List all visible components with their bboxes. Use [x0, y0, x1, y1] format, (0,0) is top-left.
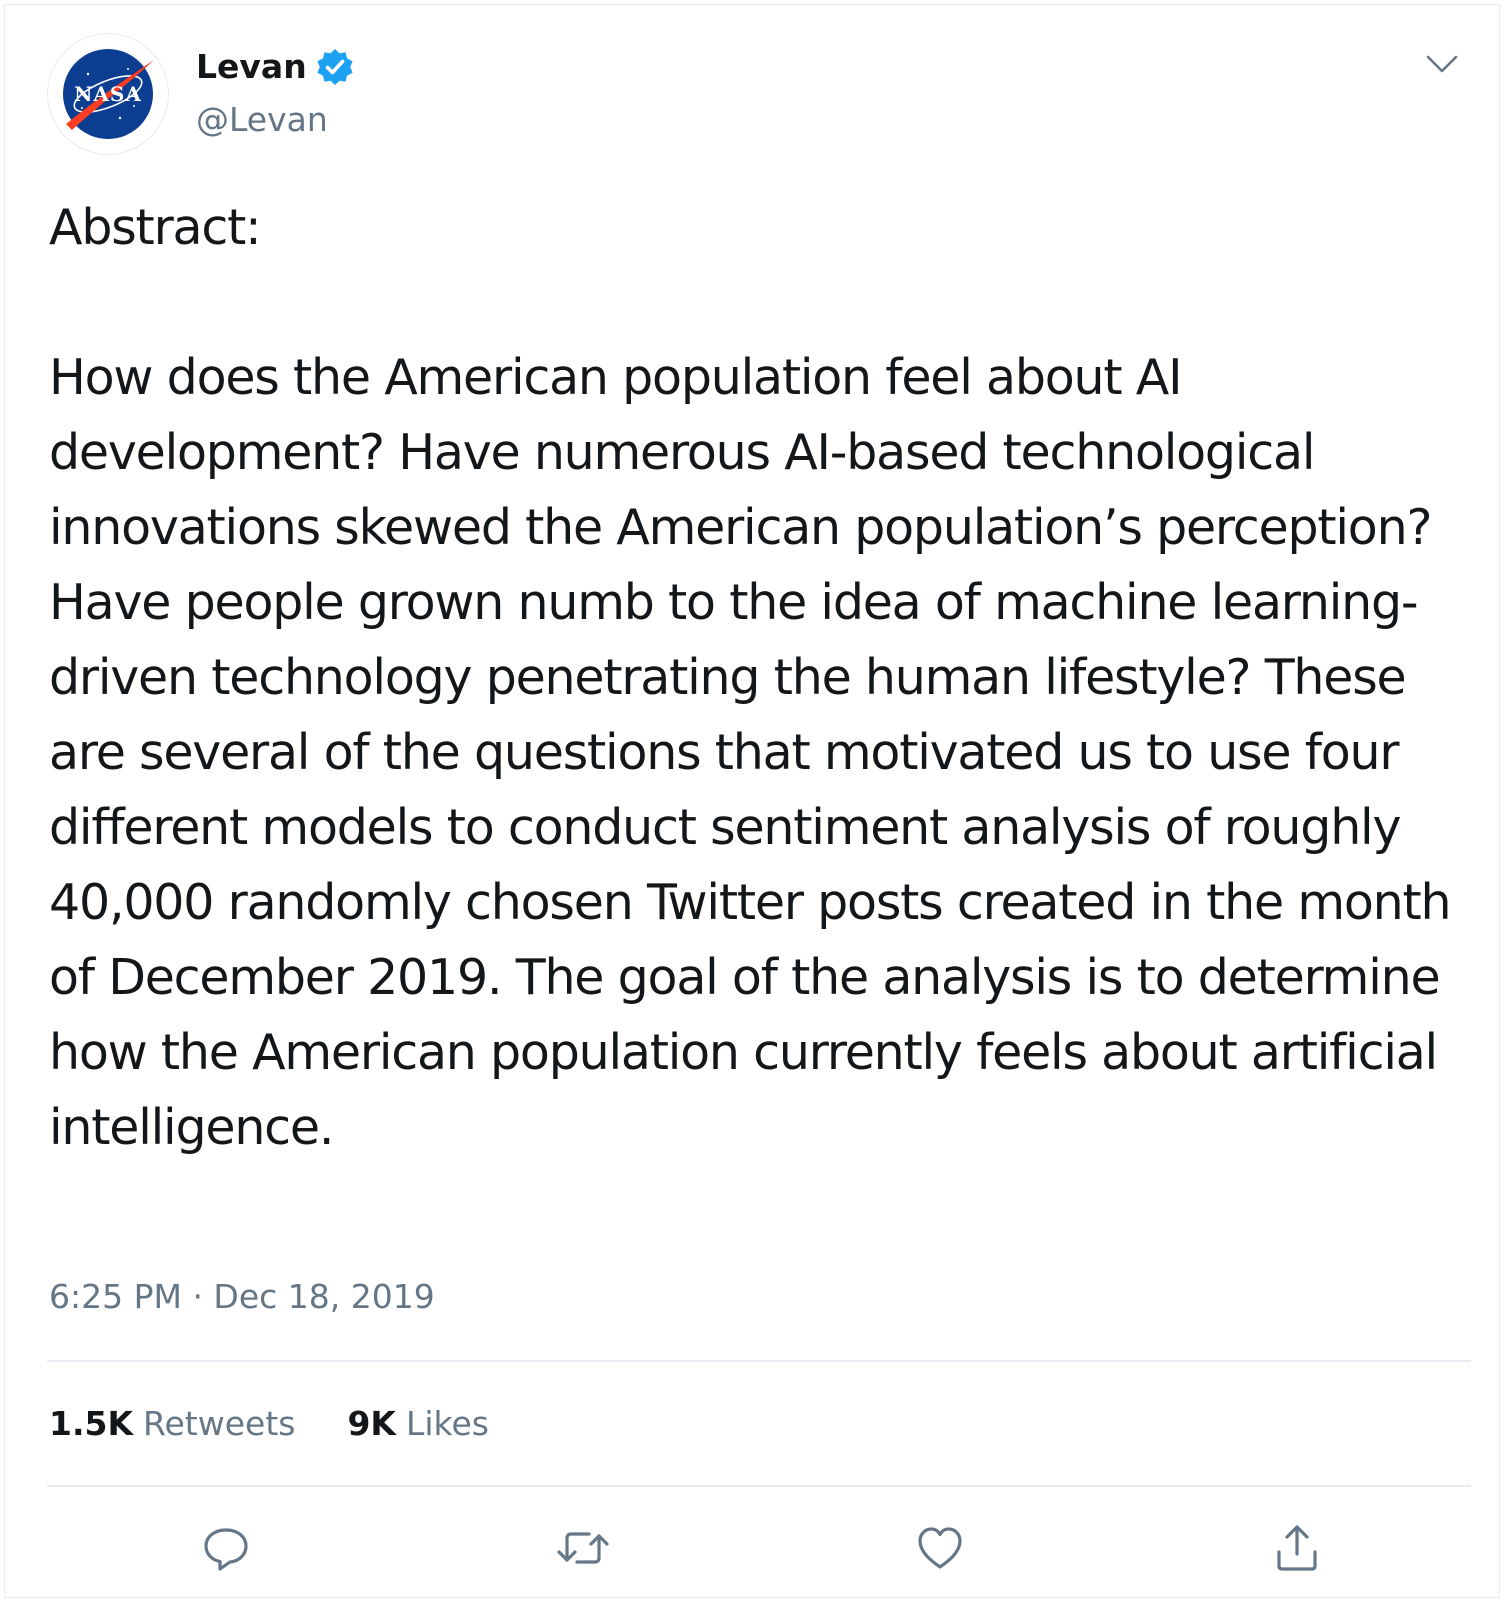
chevron-down-icon[interactable]	[1424, 50, 1460, 78]
nasa-logo-wordmark: NASA	[74, 82, 142, 106]
tweet-timestamp[interactable]: 6:25 PM · Dec 18, 2019	[49, 1276, 435, 1318]
likes-stat[interactable]: 9K Likes	[347, 1403, 489, 1445]
likes-count: 9K	[347, 1404, 396, 1443]
divider	[47, 1360, 1471, 1362]
retweets-label: Retweets	[143, 1404, 296, 1443]
heart-icon	[918, 1527, 962, 1569]
author-name-row[interactable]: Levan	[196, 47, 355, 87]
tweet-body: How does the American population feel ab…	[49, 349, 1452, 1156]
tweet-stats: 1.5K Retweets 9K Likes	[49, 1403, 489, 1445]
verified-badge-icon	[317, 49, 353, 85]
tweet-text: Abstract: How does the American populati…	[49, 190, 1469, 1165]
author-handle[interactable]: @Levan	[196, 100, 328, 140]
retweet-button[interactable]	[553, 1518, 613, 1578]
author-display-name[interactable]: Levan	[196, 47, 307, 87]
share-icon	[1277, 1525, 1317, 1571]
tweet-heading: Abstract:	[49, 199, 262, 256]
avatar[interactable]: NASA	[47, 33, 169, 155]
retweet-icon	[557, 1532, 609, 1564]
nasa-logo-icon: NASA	[63, 49, 154, 139]
likes-label: Likes	[406, 1404, 489, 1443]
retweets-stat[interactable]: 1.5K Retweets	[49, 1403, 295, 1445]
share-button[interactable]	[1267, 1518, 1327, 1578]
tweet-card: NASA Levan @Levan Abstract: How does the…	[4, 4, 1500, 1598]
like-button[interactable]	[910, 1518, 970, 1578]
reply-icon	[204, 1528, 248, 1571]
reply-button[interactable]	[196, 1518, 256, 1578]
retweets-count: 1.5K	[49, 1404, 134, 1443]
divider	[47, 1485, 1471, 1487]
